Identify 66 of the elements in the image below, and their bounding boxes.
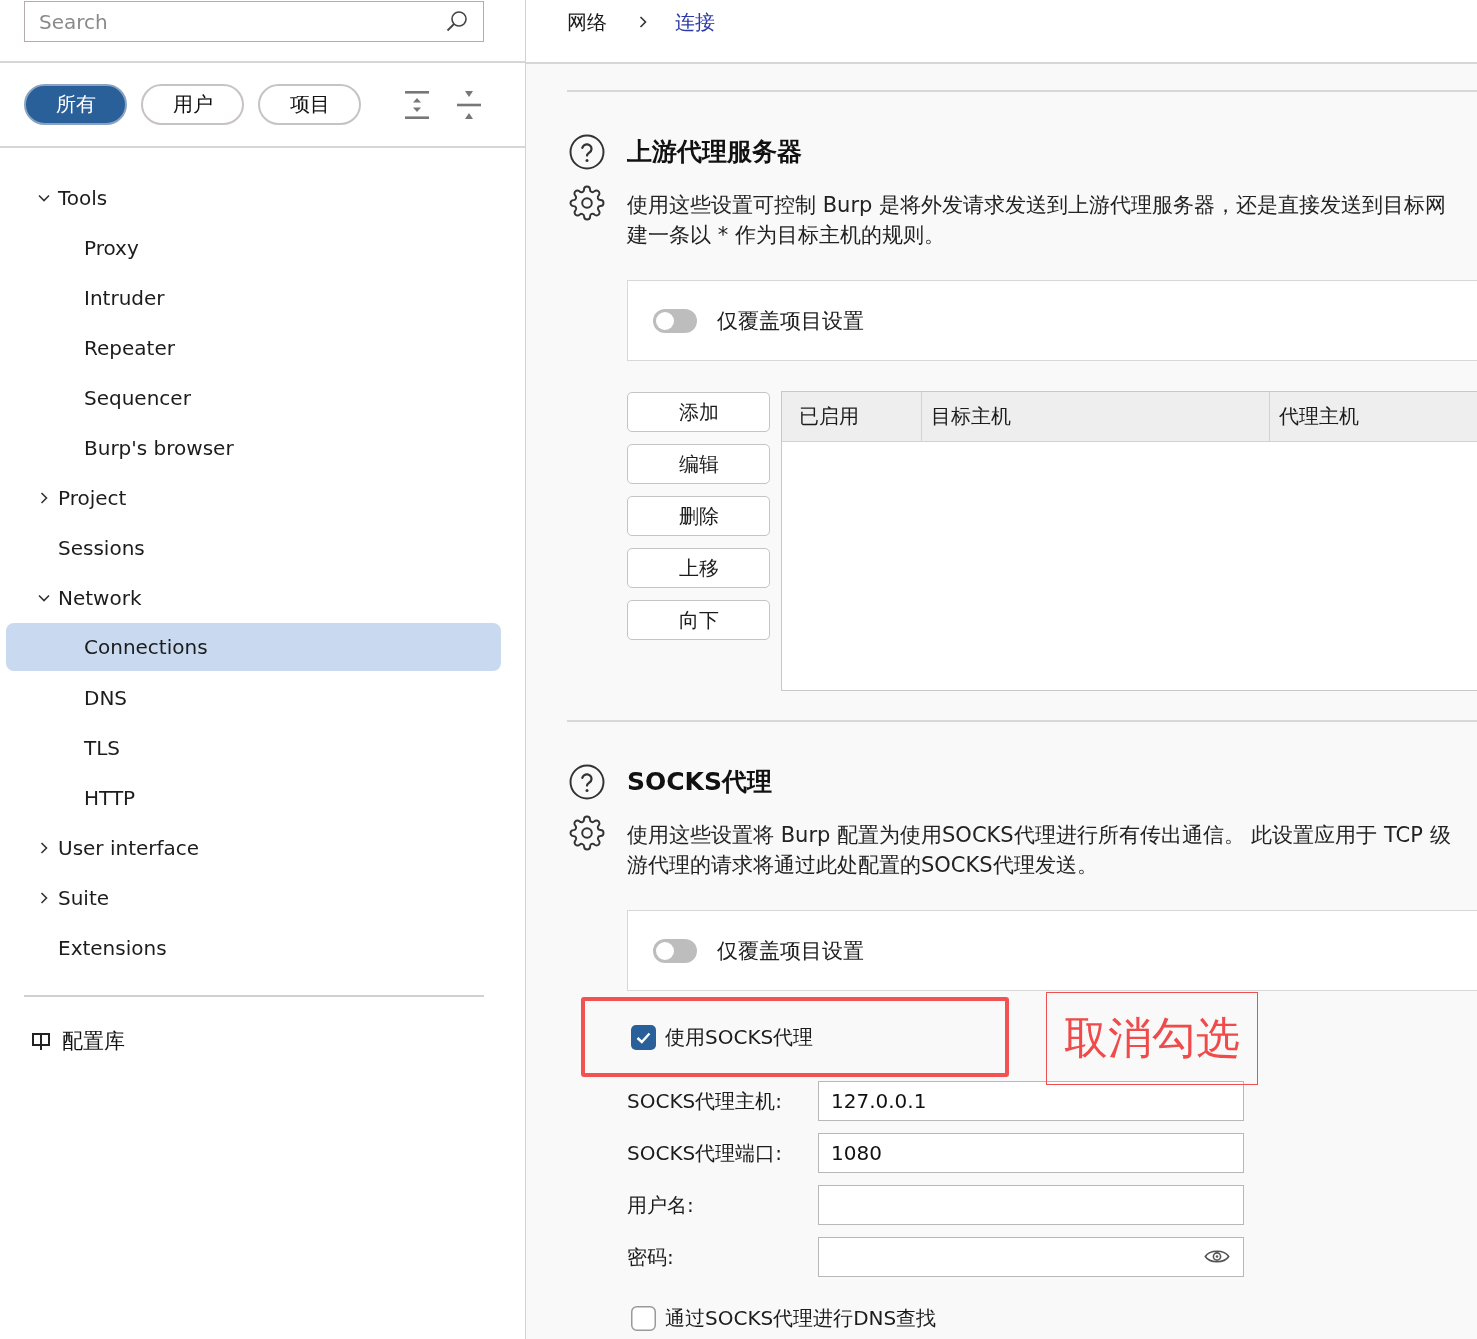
help-icon[interactable] xyxy=(569,764,605,800)
tree-item[interactable]: Repeater xyxy=(6,323,501,373)
field-label: 用户名: xyxy=(627,1191,695,1219)
breadcrumb-item[interactable]: 网络 xyxy=(567,8,607,36)
filter-tab[interactable]: 所有 xyxy=(24,84,127,125)
column-header[interactable]: 已启用 xyxy=(782,392,922,441)
tree-item[interactable]: Sequencer xyxy=(6,373,501,423)
tree-item[interactable]: Extensions xyxy=(6,923,501,973)
chevron-right-icon[interactable] xyxy=(38,842,50,854)
rule-action-button[interactable]: 编辑 xyxy=(627,444,770,484)
rule-action-button[interactable]: 添加 xyxy=(627,392,770,432)
checkbox[interactable] xyxy=(631,1024,656,1050)
search-icon xyxy=(446,10,468,32)
chevron-right-icon[interactable] xyxy=(38,892,50,904)
tree-item[interactable]: DNS xyxy=(6,673,501,723)
column-header[interactable]: 目标主机 xyxy=(922,392,1270,441)
collapse-all-icon[interactable] xyxy=(457,90,481,119)
checkbox[interactable] xyxy=(631,1306,656,1331)
chevron-down-icon[interactable] xyxy=(38,592,50,604)
field-label: SOCKS代理端口: xyxy=(627,1139,783,1167)
book-icon[interactable] xyxy=(32,1032,50,1050)
rule-action-button[interactable]: 删除 xyxy=(627,496,770,536)
tree-item[interactable]: Intruder xyxy=(6,273,501,323)
chevron-down-icon[interactable] xyxy=(38,192,50,204)
tree-item[interactable]: TLS xyxy=(6,723,501,773)
filter-tab[interactable]: 项目 xyxy=(258,84,361,125)
settings-icon[interactable] xyxy=(569,815,605,851)
help-icon[interactable] xyxy=(569,134,605,170)
rule-action-button[interactable]: 向下 xyxy=(627,600,770,640)
search-field[interactable]: Search xyxy=(24,1,484,42)
section-description: 使用这些设置将 Burp 配置为使用SOCKS代理进行所有传出通信。 此设置应用于 TCP 级 游代理的请求将通过此处配置的SOCKS代理发送。 xyxy=(627,822,1451,879)
field-label: 密码: xyxy=(627,1243,675,1271)
tree-item[interactable]: Tools xyxy=(6,173,501,223)
rule-action-button[interactable]: 上移 xyxy=(627,548,770,588)
tree-item[interactable]: Sessions xyxy=(6,523,501,573)
tree-item[interactable]: Suite xyxy=(6,873,501,923)
settings-icon[interactable] xyxy=(569,185,605,221)
chevron-right-icon[interactable] xyxy=(38,492,50,504)
column-header[interactable]: 代理主机 xyxy=(1270,392,1477,441)
toggle-label: 仅覆盖项目设置 xyxy=(717,937,864,965)
password-field[interactable] xyxy=(818,1237,1244,1277)
toggle-switch[interactable] xyxy=(653,938,697,963)
text-field[interactable] xyxy=(818,1185,1244,1225)
field-label: SOCKS代理主机: xyxy=(627,1087,783,1115)
library-link[interactable]: 配置库 xyxy=(62,1027,125,1055)
section-title: SOCKS代理 xyxy=(627,766,772,798)
breadcrumb-link[interactable]: 连接 xyxy=(675,8,715,36)
tree-item[interactable]: Burp's browser xyxy=(6,423,501,473)
filter-tab[interactable]: 用户 xyxy=(141,84,244,125)
text-field[interactable]: 127.0.0.1 xyxy=(818,1081,1244,1121)
expand-all-icon[interactable] xyxy=(405,90,429,119)
chevron-right-icon xyxy=(639,16,647,28)
tree-item[interactable]: Project xyxy=(6,473,501,523)
toggle-label: 仅覆盖项目设置 xyxy=(717,307,864,335)
eye-icon[interactable] xyxy=(1204,1248,1230,1265)
tree-item[interactable]: HTTP xyxy=(6,773,501,823)
toggle-switch[interactable] xyxy=(653,308,697,333)
text-field[interactable]: 1080 xyxy=(818,1133,1244,1173)
checkbox-label: 使用SOCKS代理 xyxy=(665,1023,814,1051)
section-description: 使用这些设置可控制 Burp 是将外发请求发送到上游代理服务器，还是直接发送到目标网 建一条以 * 作为目标主机的规则。 xyxy=(627,192,1447,249)
tree-item[interactable]: User interface xyxy=(6,823,501,873)
tree-item[interactable]: Connections xyxy=(6,623,501,671)
checkbox-label: 通过SOCKS代理进行DNS查找 xyxy=(665,1305,937,1332)
section-title: 上游代理服务器 xyxy=(627,136,802,168)
tree-item[interactable]: Network xyxy=(6,573,501,623)
tree-item[interactable]: Proxy xyxy=(6,223,501,273)
